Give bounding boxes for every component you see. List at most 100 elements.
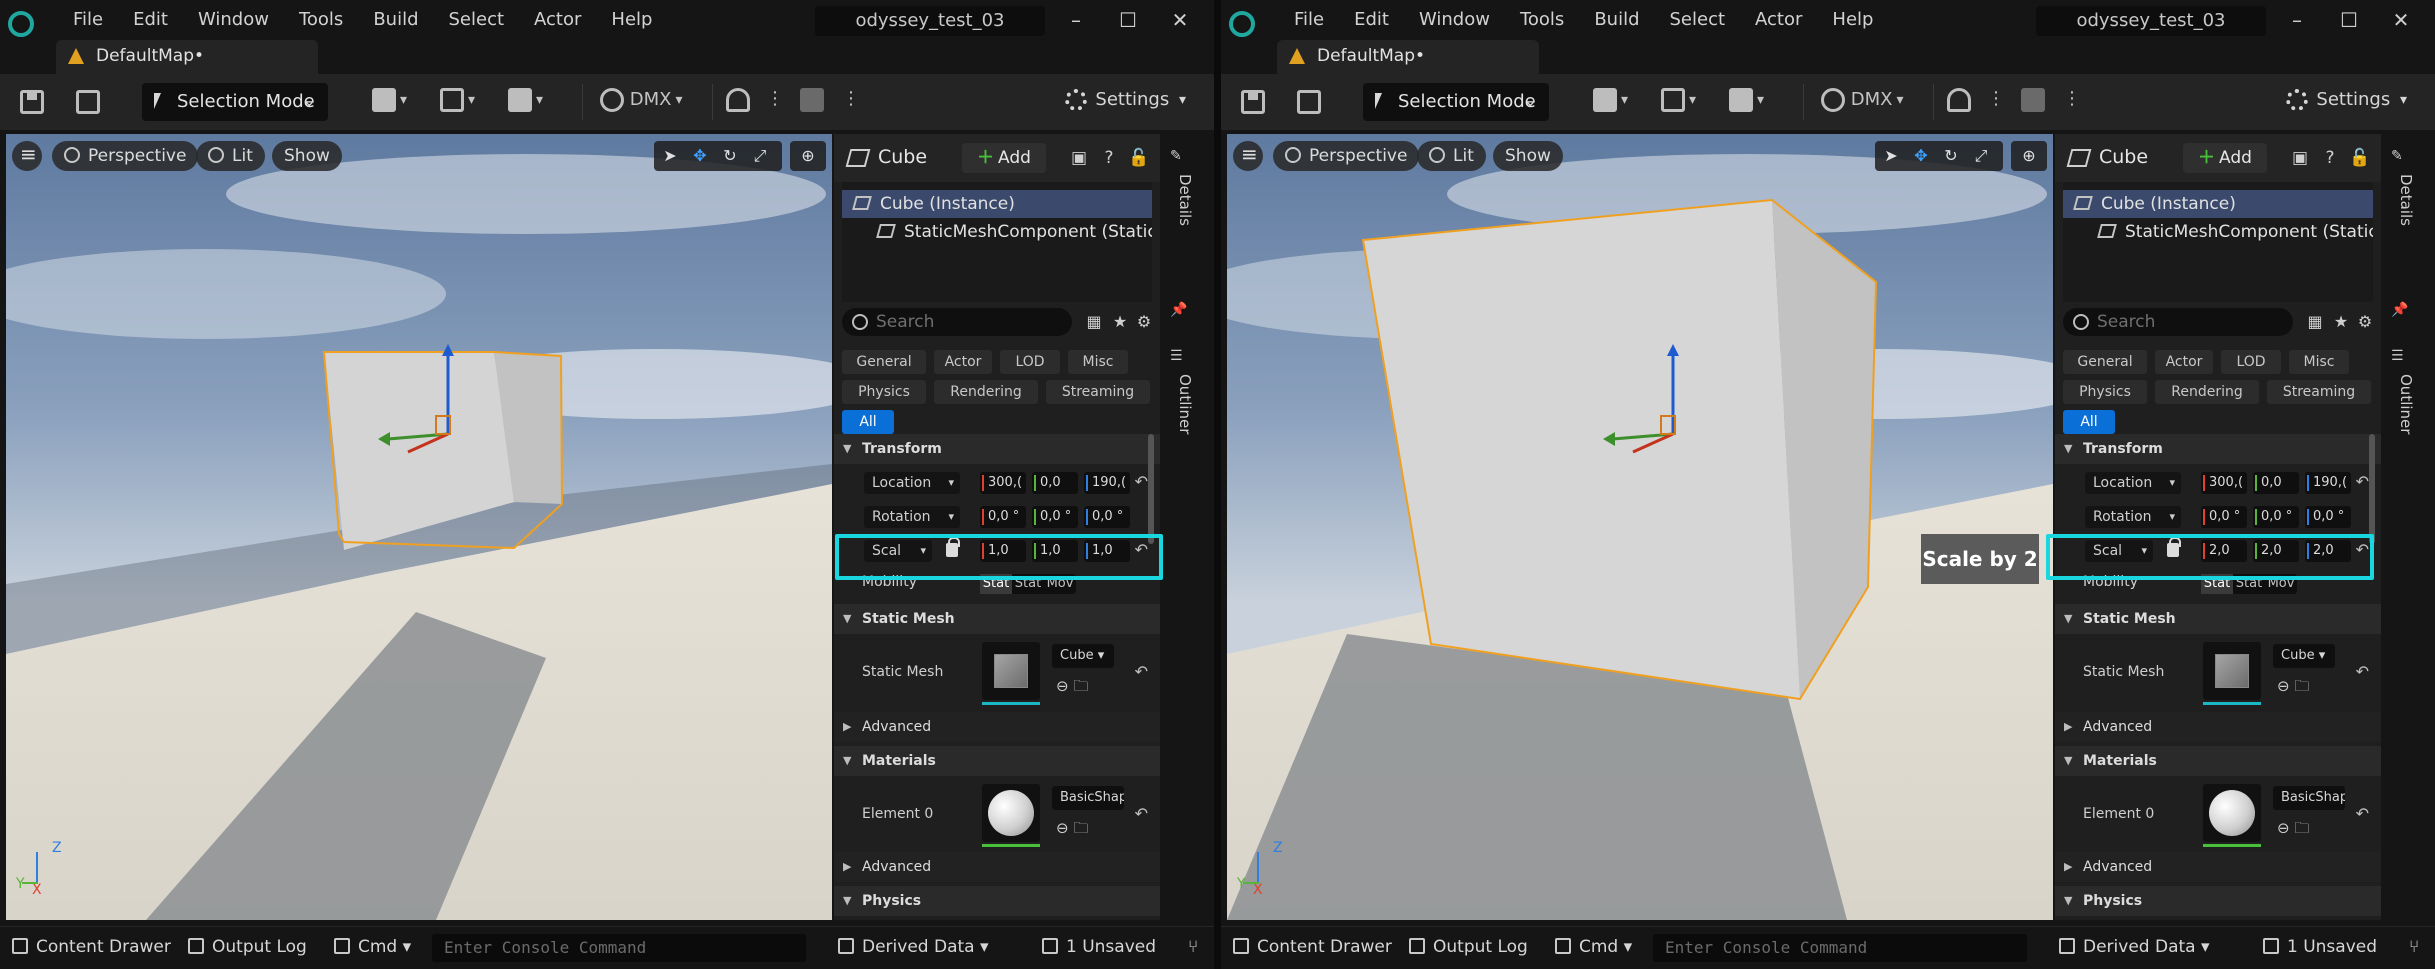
add-actor-dropdown[interactable]: ▾ [372, 88, 407, 116]
filter-misc[interactable]: Misc [2289, 350, 2349, 374]
asset-browse-buttons[interactable]: ⊖ 🗀 [1056, 818, 1088, 843]
derived-data-dropdown[interactable]: Derived Data ▾ [2059, 937, 2210, 957]
asset-browse-buttons[interactable]: ⊖ 🗀 [2277, 818, 2309, 843]
tab-default-map[interactable]: DefaultMap• [1277, 40, 1539, 74]
brush-icon[interactable]: ✎ [1170, 148, 1188, 164]
location-dropdown[interactable]: Location ▾ [864, 472, 960, 494]
brush-icon[interactable]: ✎ [2391, 148, 2409, 164]
source-control-icon[interactable]: ⑂ [2409, 937, 2419, 957]
filter-misc[interactable]: Misc [1068, 350, 1128, 374]
section-transform[interactable]: Transform [834, 434, 1160, 464]
console-input[interactable]: Enter Console Command [1653, 934, 2027, 962]
content-drawer-button[interactable]: Content Drawer [1233, 937, 1392, 957]
more-options-icon[interactable]: ⋮ [842, 88, 860, 116]
actor-name[interactable]: Cube [878, 146, 927, 168]
move-tool-icon[interactable]: ✥ [1911, 146, 1931, 166]
lit-dropdown[interactable]: Lit [1417, 141, 1486, 171]
location-x-field[interactable]: 300,( [980, 472, 1026, 494]
reset-icon[interactable]: ↶ [2356, 662, 2369, 681]
platforms-button[interactable] [726, 88, 750, 116]
source-control-icon[interactable]: ⑂ [1188, 937, 1198, 957]
output-log-button[interactable]: Output Log [1409, 937, 1528, 957]
star-icon[interactable]: ★ [1110, 312, 1130, 332]
filter-lod[interactable]: LOD [2221, 350, 2281, 374]
reset-icon[interactable]: ↶ [2356, 472, 2369, 491]
select-tool-icon[interactable]: ➤ [660, 146, 680, 166]
material-thumbnail[interactable] [2203, 784, 2261, 842]
reset-icon[interactable]: ↶ [1135, 662, 1148, 681]
menu-build[interactable]: Build [1579, 9, 1654, 31]
tab-default-map[interactable]: DefaultMap• [56, 40, 318, 74]
rotation-y-field[interactable]: 0,0 ° [1032, 506, 1078, 528]
rotation-z-field[interactable]: 0,0 ° [1084, 506, 1130, 528]
filter-all[interactable]: All [2063, 410, 2115, 434]
menu-edit[interactable]: Edit [118, 9, 183, 31]
blueprint-icon[interactable]: ▣ [2289, 147, 2311, 169]
filter-streaming[interactable]: Streaming [2267, 380, 2371, 404]
unsaved-button[interactable]: 1 Unsaved [1042, 937, 1156, 957]
content-browser-icon[interactable] [1297, 90, 1321, 114]
section-transform[interactable]: Transform [2055, 434, 2381, 464]
show-dropdown[interactable]: Show [1493, 141, 1563, 171]
section-advanced[interactable]: Advanced [834, 852, 1160, 882]
content-browser-icon[interactable] [76, 90, 100, 114]
menu-tools[interactable]: Tools [284, 9, 358, 31]
location-x-field[interactable]: 300,( [2201, 472, 2247, 494]
menu-help[interactable]: Help [596, 9, 667, 31]
add-component-button[interactable]: ＋ Add [2183, 143, 2267, 173]
filter-lod[interactable]: LOD [1000, 350, 1060, 374]
filter-rendering[interactable]: Rendering [2155, 380, 2259, 404]
unsaved-button[interactable]: 1 Unsaved [2263, 937, 2377, 957]
output-log-button[interactable]: Output Log [188, 937, 307, 957]
location-dropdown[interactable]: Location ▾ [2085, 472, 2181, 494]
add-component-button[interactable]: ＋ Add [962, 143, 1046, 173]
details-scrollbar[interactable] [1148, 434, 1154, 544]
gear-icon[interactable]: ⚙ [2355, 312, 2375, 332]
section-materials[interactable]: Materials [834, 746, 1160, 776]
filter-physics[interactable]: Physics [2063, 380, 2147, 404]
mesh-thumbnail[interactable] [982, 642, 1040, 700]
details-scrollbar[interactable] [2369, 434, 2375, 544]
menu-actor[interactable]: Actor [519, 9, 596, 31]
menu-select[interactable]: Select [1655, 9, 1741, 31]
show-dropdown[interactable]: Show [272, 141, 342, 171]
lit-dropdown[interactable]: Lit [196, 141, 265, 171]
section-physics[interactable]: Physics [2055, 886, 2381, 916]
rotation-y-field[interactable]: 0,0 ° [2253, 506, 2299, 528]
section-static-mesh[interactable]: Static Mesh [834, 604, 1160, 634]
location-y-field[interactable]: 0,0 [2253, 472, 2299, 494]
scale-tool-icon[interactable]: ⤢ [1971, 146, 1991, 166]
perspective-dropdown[interactable]: Perspective [52, 141, 199, 171]
settings-dropdown[interactable]: Settings ▾ [2286, 89, 2407, 111]
minimize-icon[interactable]: – [2271, 8, 2323, 32]
location-z-field[interactable]: 190,( [1084, 472, 1130, 494]
level-viewport[interactable]: Perspective Lit Show ➤ ✥ ↻ ⤢ ⊕ Z Y X [1227, 134, 2053, 920]
menu-actor[interactable]: Actor [1740, 9, 1817, 31]
list-icon[interactable]: ☰ [2391, 348, 2409, 364]
reset-icon[interactable]: ↶ [1135, 472, 1148, 491]
blueprint-icon[interactable]: ▣ [1068, 147, 1090, 169]
content-drawer-button[interactable]: Content Drawer [12, 937, 171, 957]
more-options-icon[interactable]: ⋮ [1987, 88, 2005, 116]
help-icon[interactable]: ? [2319, 147, 2341, 169]
asset-browse-buttons[interactable]: ⊖ 🗀 [1056, 676, 1088, 701]
material-asset-dropdown[interactable]: BasicShape [1052, 786, 1124, 810]
save-icon[interactable] [1241, 90, 1265, 114]
rotate-tool-icon[interactable]: ↻ [1941, 146, 1961, 166]
menu-edit[interactable]: Edit [1339, 9, 1404, 31]
filter-general[interactable]: General [2063, 350, 2147, 374]
section-advanced[interactable]: Advanced [2055, 852, 2381, 882]
tab-details[interactable]: Details [1168, 174, 1194, 226]
rotation-x-field[interactable]: 0,0 ° [980, 506, 1026, 528]
console-input[interactable]: Enter Console Command [432, 934, 806, 962]
section-advanced[interactable]: Advanced [2055, 712, 2381, 742]
search-input[interactable]: Search [842, 308, 1072, 336]
rotation-z-field[interactable]: 0,0 ° [2305, 506, 2351, 528]
filter-actor[interactable]: Actor [2155, 350, 2213, 374]
menu-help[interactable]: Help [1817, 9, 1888, 31]
mesh-thumbnail[interactable] [2203, 642, 2261, 700]
list-icon[interactable]: ☰ [1170, 348, 1188, 364]
mesh-asset-dropdown[interactable]: Cube ▾ [2273, 644, 2335, 668]
tab-details[interactable]: Details [2389, 174, 2415, 226]
cinematics-dropdown[interactable]: ▾ [508, 88, 543, 116]
